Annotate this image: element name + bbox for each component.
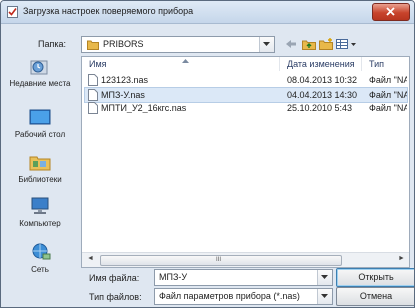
up-folder-button[interactable] [302, 37, 316, 51]
file-list[interactable]: Имя Дата изменения Тип 123123.nas 08.04.… [81, 56, 410, 268]
filename-input[interactable]: МПЗ-У [154, 269, 333, 286]
place-label: Недавние места [9, 79, 71, 88]
filename-dropdown-arrow[interactable] [317, 270, 332, 285]
chevron-down-icon [321, 294, 328, 298]
cancel-button[interactable]: Отмена [336, 287, 414, 306]
lookin-label: Папка: [38, 39, 66, 49]
place-recent[interactable]: Недавние места [7, 58, 73, 98]
desktop-icon [29, 109, 51, 125]
file-name: 123123.nas [101, 75, 149, 85]
file-type: Файл "NA [369, 90, 407, 100]
scrollbar-thumb[interactable]: III [100, 255, 342, 266]
scroll-left-icon[interactable]: ◄ [87, 255, 94, 262]
back-button[interactable] [285, 37, 297, 51]
file-row[interactable]: 123123.nas 08.04.2013 10:32 Файл "NA [85, 73, 407, 87]
column-divider[interactable] [279, 57, 280, 71]
file-icon [88, 74, 98, 86]
file-row[interactable]: МПТИ_У2_16кгс.nas 25.10.2010 5:43 Файл "… [85, 101, 407, 115]
title-bar[interactable]: Загрузка настроек поверяемого прибора [1, 1, 414, 24]
column-type[interactable]: Тип [369, 59, 384, 69]
file-date: 08.04.2013 10:32 [287, 75, 358, 85]
sort-ascending-icon [182, 59, 189, 63]
chevron-down-icon [263, 42, 270, 46]
filetype-value: Файл параметров прибора (*.nas) [159, 291, 300, 301]
file-date: 25.10.2010 5:43 [287, 103, 353, 113]
filetype-label: Тип файлов: [89, 292, 142, 302]
column-header-row: Имя Дата изменения Тип [82, 57, 409, 71]
filename-label: Имя файла: [89, 273, 140, 283]
computer-icon [31, 197, 49, 214]
places-bar: Недавние места Рабочий стол Библиотеки К… [7, 56, 73, 274]
filetype-select[interactable]: Файл параметров прибора (*.nas) [154, 288, 333, 305]
lookin-combo[interactable]: PRIBORS [81, 36, 275, 53]
chevron-down-icon [321, 275, 328, 279]
grip-icon: III [216, 257, 222, 263]
file-icon [88, 102, 98, 114]
file-icon [88, 89, 98, 101]
place-label: Библиотеки [18, 175, 62, 184]
horizontal-scrollbar[interactable]: ◄ III ► [82, 252, 409, 267]
filename-value: МПЗ-У [159, 272, 188, 282]
column-date[interactable]: Дата изменения [287, 59, 355, 69]
folder-icon [87, 40, 99, 50]
network-icon [32, 243, 51, 260]
place-computer[interactable]: Компьютер [7, 196, 73, 228]
place-libraries[interactable]: Библиотеки [7, 152, 73, 184]
file-name: МПТИ_У2_16кгс.nas [101, 103, 187, 113]
file-date: 04.04.2013 14:30 [287, 90, 358, 100]
place-label: Компьютер [19, 219, 61, 228]
lookin-dropdown-arrow[interactable] [259, 37, 274, 52]
window-title: Загрузка настроек поверяемого прибора [23, 6, 194, 16]
file-type: Файл "NA [369, 103, 407, 113]
recent-places-icon [30, 60, 48, 75]
scroll-right-icon[interactable]: ► [398, 255, 405, 262]
new-folder-button[interactable] [319, 37, 333, 51]
close-icon [386, 7, 395, 16]
file-name: МПЗ-У.nas [101, 90, 145, 100]
place-desktop[interactable]: Рабочий стол [7, 108, 73, 139]
file-type: Файл "NA [369, 75, 407, 85]
close-button[interactable] [372, 3, 410, 21]
filetype-dropdown-arrow[interactable] [317, 289, 332, 304]
view-menu-button[interactable] [336, 37, 358, 51]
column-divider[interactable] [361, 57, 362, 71]
document-check-icon [7, 6, 18, 18]
place-network[interactable]: Сеть [7, 242, 73, 274]
open-button[interactable]: Открыть [336, 268, 414, 287]
lookin-value: PRIBORS [103, 39, 144, 49]
libraries-icon [29, 156, 51, 171]
place-label: Рабочий стол [14, 130, 66, 139]
column-name[interactable]: Имя [89, 59, 107, 69]
dialog-window: Загрузка настроек поверяемого прибора Па… [0, 0, 415, 308]
place-label: Сеть [31, 265, 49, 274]
